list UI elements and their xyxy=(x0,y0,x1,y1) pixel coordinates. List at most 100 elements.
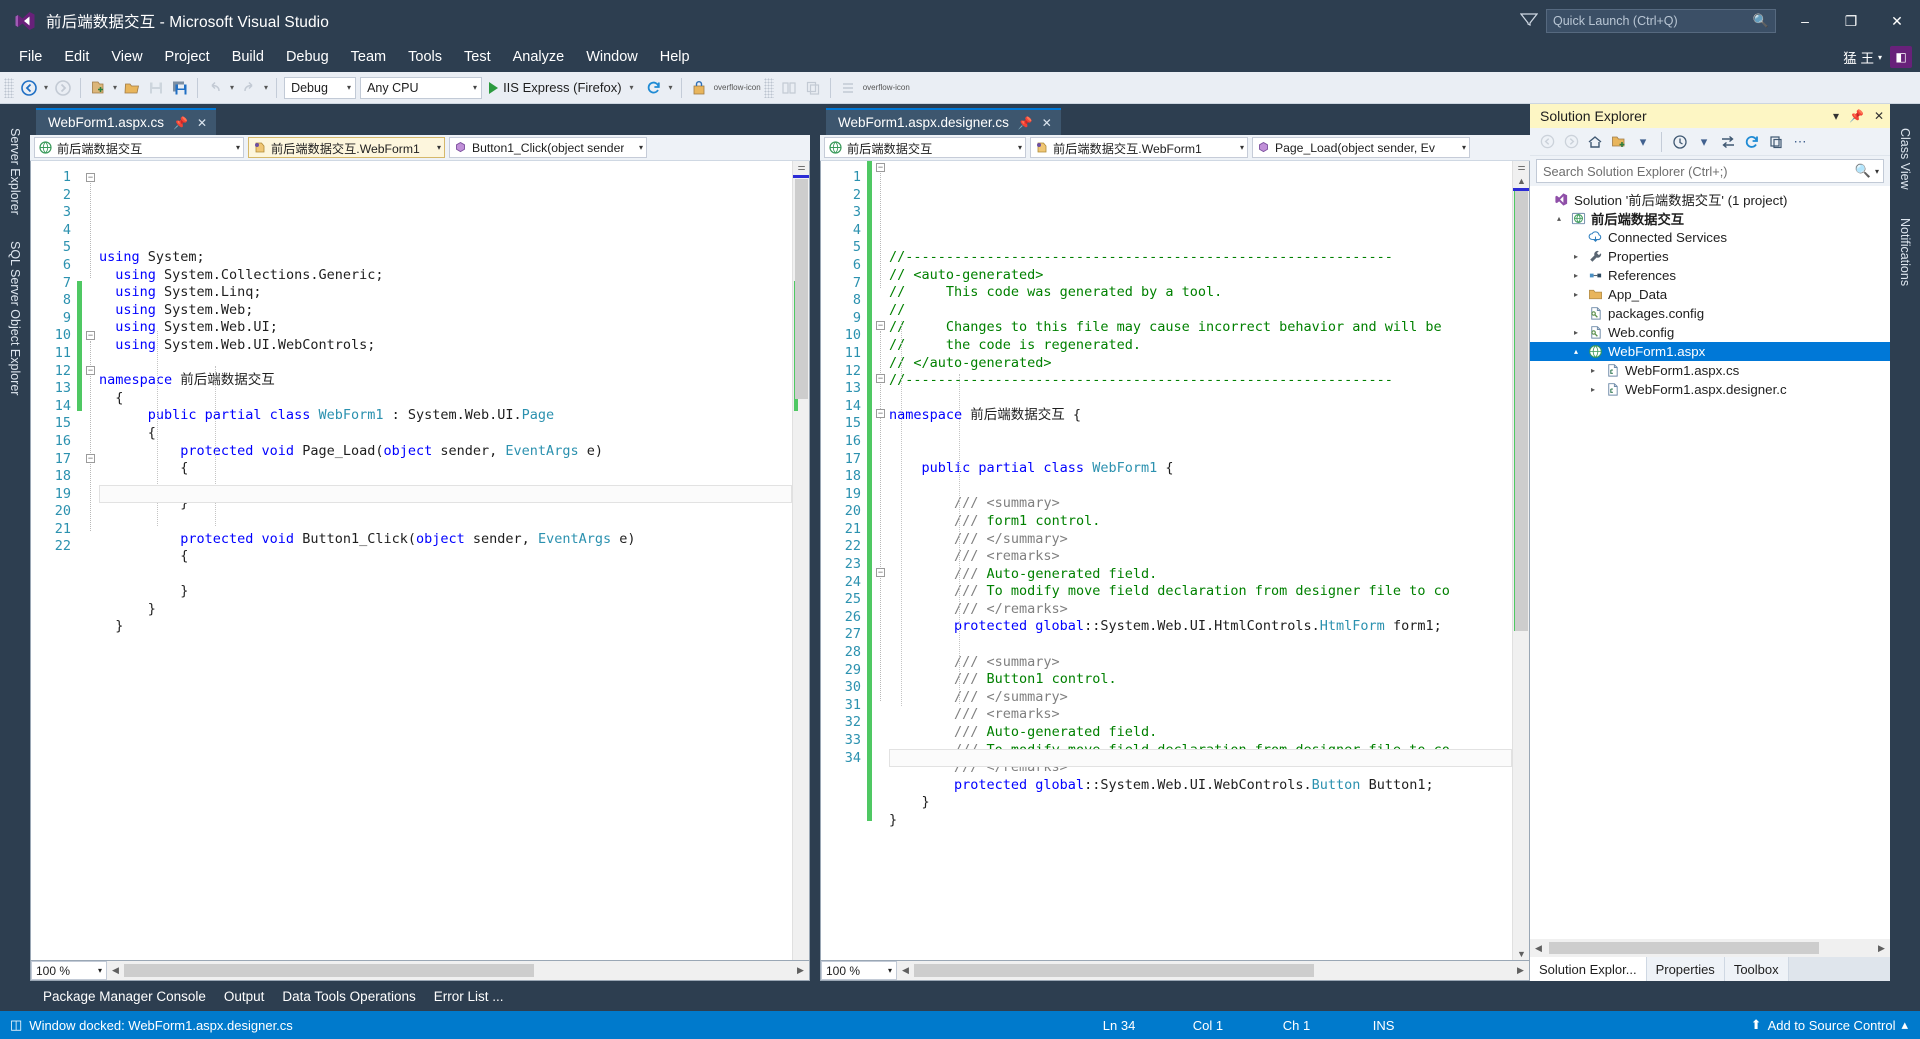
forward-icon[interactable] xyxy=(1560,131,1582,153)
pin-icon[interactable]: 📌 xyxy=(173,116,188,130)
dock-tab-server-explorer[interactable]: Server Explorer xyxy=(6,122,24,221)
redo-icon[interactable] xyxy=(237,76,261,100)
search-icon[interactable]: 🔍 xyxy=(1855,163,1871,179)
tree-item[interactable]: ▴ 前后端数据交互 xyxy=(1530,209,1890,228)
code-line[interactable]: /// form1 control. xyxy=(889,513,1512,531)
tab-properties[interactable]: Properties xyxy=(1646,957,1725,981)
solution-explorer-tree[interactable]: Solution '前后端数据交互' (1 project) ▴ 前后端数据交互 Co… xyxy=(1530,186,1890,939)
chevron-down-icon[interactable]: ▾ xyxy=(1632,131,1654,153)
menu-item-team[interactable]: Team xyxy=(340,45,397,69)
right-code-editor[interactable]: 1 2 3 4 5 6 7 8 9 10 11 12 13 14 15 16 17 18 19 20 21 22 23 24 2… xyxy=(820,161,1530,961)
chevron-down-icon-2[interactable]: ▾ xyxy=(1693,131,1715,153)
search-icon[interactable]: 🔍 xyxy=(1753,13,1769,29)
expander-icon[interactable]: ▸ xyxy=(1587,385,1599,394)
menu-item-tools[interactable]: Tools xyxy=(397,45,453,69)
dock-tab-error-list[interactable]: Error List ... xyxy=(425,989,513,1004)
code-line[interactable]: using System.Linq; xyxy=(99,284,792,302)
code-line[interactable]: // xyxy=(889,302,1512,320)
code-line[interactable] xyxy=(889,830,1512,848)
navigate-back-icon[interactable] xyxy=(17,76,41,100)
navigate-back-dropdown-icon[interactable]: ▾ xyxy=(41,83,51,92)
code-line[interactable]: /// <summary> xyxy=(889,495,1512,513)
maximize-button[interactable]: ❐ xyxy=(1828,0,1874,42)
scroll-thumb[interactable] xyxy=(795,179,808,399)
dock-tab-class-view[interactable]: Class View xyxy=(1896,122,1914,196)
code-line[interactable]: using System; xyxy=(99,249,792,267)
fold-toggle[interactable]: − xyxy=(876,409,885,418)
tree-item[interactable]: ▸ Web.config xyxy=(1530,323,1890,342)
dock-tab-output[interactable]: Output xyxy=(215,989,274,1004)
send-feedback-icon[interactable] xyxy=(1512,12,1546,30)
refresh-icon[interactable] xyxy=(1741,131,1763,153)
code-line[interactable]: } xyxy=(889,794,1512,812)
code-line[interactable]: { xyxy=(99,390,792,408)
solution-platform-combo[interactable]: Any CPU ▾ xyxy=(360,76,483,99)
dock-tab-sql-server-object-explorer[interactable]: SQL Server Object Explorer xyxy=(6,235,24,401)
scroll-thumb[interactable] xyxy=(1549,942,1819,954)
fold-toggle[interactable]: − xyxy=(876,163,885,172)
code-line[interactable]: /// <summary> xyxy=(889,654,1512,672)
tree-item[interactable]: packages.config xyxy=(1530,304,1890,323)
expander-icon[interactable]: ▴ xyxy=(1570,347,1582,356)
tree-item[interactable]: Connected Services xyxy=(1530,228,1890,247)
code-line[interactable]: // This code was generated by a tool. xyxy=(889,284,1512,302)
tree-item[interactable]: ▸ App_Data xyxy=(1530,285,1890,304)
tree-item[interactable]: ▴ WebForm1.aspx xyxy=(1530,342,1890,361)
solution-explorer-search-input[interactable]: Search Solution Explorer (Ctrl+;) 🔍 ▾ xyxy=(1536,159,1884,183)
code-line[interactable]: /// Auto-generated field. xyxy=(889,724,1512,742)
fold-toggle[interactable]: − xyxy=(86,454,95,463)
tree-item[interactable]: ▸ Properties xyxy=(1530,247,1890,266)
source-control-group[interactable]: ⬆ Add to Source Control ▴ xyxy=(1751,1017,1920,1033)
pane-splitter[interactable] xyxy=(810,104,820,981)
code-line[interactable]: public partial class WebForm1 { xyxy=(889,460,1512,478)
code-line[interactable]: using System.Web.UI.WebControls; xyxy=(99,337,792,355)
left-outlining-column[interactable]: − − − − xyxy=(84,161,99,960)
save-all-icon[interactable] xyxy=(168,76,192,100)
code-line[interactable]: { xyxy=(99,460,792,478)
scroll-split-icon[interactable]: ⚌ xyxy=(793,161,809,173)
undo-icon[interactable] xyxy=(203,76,227,100)
menu-item-analyze[interactable]: Analyze xyxy=(502,45,576,69)
open-file-icon[interactable] xyxy=(120,76,144,100)
code-line[interactable] xyxy=(889,478,1512,496)
menu-item-edit[interactable]: Edit xyxy=(53,45,100,69)
menu-item-file[interactable]: File xyxy=(8,45,53,69)
menu-item-window[interactable]: Window xyxy=(575,45,649,69)
project-selector[interactable]: 前后端数据交互 ▾ xyxy=(824,137,1026,158)
tree-item[interactable]: Solution '前后端数据交互' (1 project) xyxy=(1530,190,1890,209)
account-menu[interactable]: 猛 王 ▾ xyxy=(1843,47,1882,67)
chevron-down-icon[interactable]: ▾ xyxy=(1871,167,1879,176)
overflow-icon[interactable]: overflow-icon xyxy=(711,83,764,92)
code-line[interactable]: //--------------------------------------… xyxy=(889,372,1512,390)
close-icon[interactable]: ✕ xyxy=(197,116,207,130)
scroll-up-icon[interactable]: ▲ xyxy=(1513,175,1529,187)
home-icon[interactable] xyxy=(1584,131,1606,153)
code-line[interactable]: // the code is regenerated. xyxy=(889,337,1512,355)
fold-toggle[interactable]: − xyxy=(86,173,95,182)
notification-badge-icon[interactable]: ◧ xyxy=(1890,46,1912,68)
code-line[interactable]: protected void Button1_Click(object send… xyxy=(99,531,792,549)
type-selector[interactable]: 前后端数据交互.WebForm1 ▾ xyxy=(248,137,445,158)
right-horizontal-scrollbar[interactable] xyxy=(914,962,1512,979)
dock-tab-data-tools-operations[interactable]: Data Tools Operations xyxy=(273,989,424,1004)
new-project-dropdown-icon[interactable]: ▾ xyxy=(110,83,120,92)
menu-item-view[interactable]: View xyxy=(100,45,153,69)
dock-tab-notifications[interactable]: Notifications xyxy=(1896,212,1914,292)
toolbar-grip-2[interactable] xyxy=(763,77,774,98)
code-line[interactable] xyxy=(889,425,1512,443)
code-line[interactable]: { xyxy=(99,425,792,443)
scroll-left-icon[interactable]: ◀ xyxy=(1530,943,1547,954)
right-zoom-combo[interactable]: 100 % ▾ xyxy=(821,961,897,980)
window-layout-icon[interactable] xyxy=(777,76,801,100)
expander-icon[interactable]: ▸ xyxy=(1570,290,1582,299)
right-code-text[interactable]: //--------------------------------------… xyxy=(889,161,1512,960)
scroll-thumb[interactable] xyxy=(914,964,1314,977)
back-icon[interactable] xyxy=(1536,131,1558,153)
copy-layout-icon[interactable] xyxy=(801,76,825,100)
code-line[interactable]: } xyxy=(99,583,792,601)
chevron-down-icon[interactable]: ▾ xyxy=(1833,109,1839,123)
right-outlining-column[interactable]: − − − − − xyxy=(874,161,889,960)
tab-webform1-aspx-designer-cs[interactable]: WebForm1.aspx.designer.cs 📌 ✕ xyxy=(826,108,1061,135)
fold-toggle[interactable]: − xyxy=(876,568,885,577)
code-line[interactable] xyxy=(99,355,792,373)
